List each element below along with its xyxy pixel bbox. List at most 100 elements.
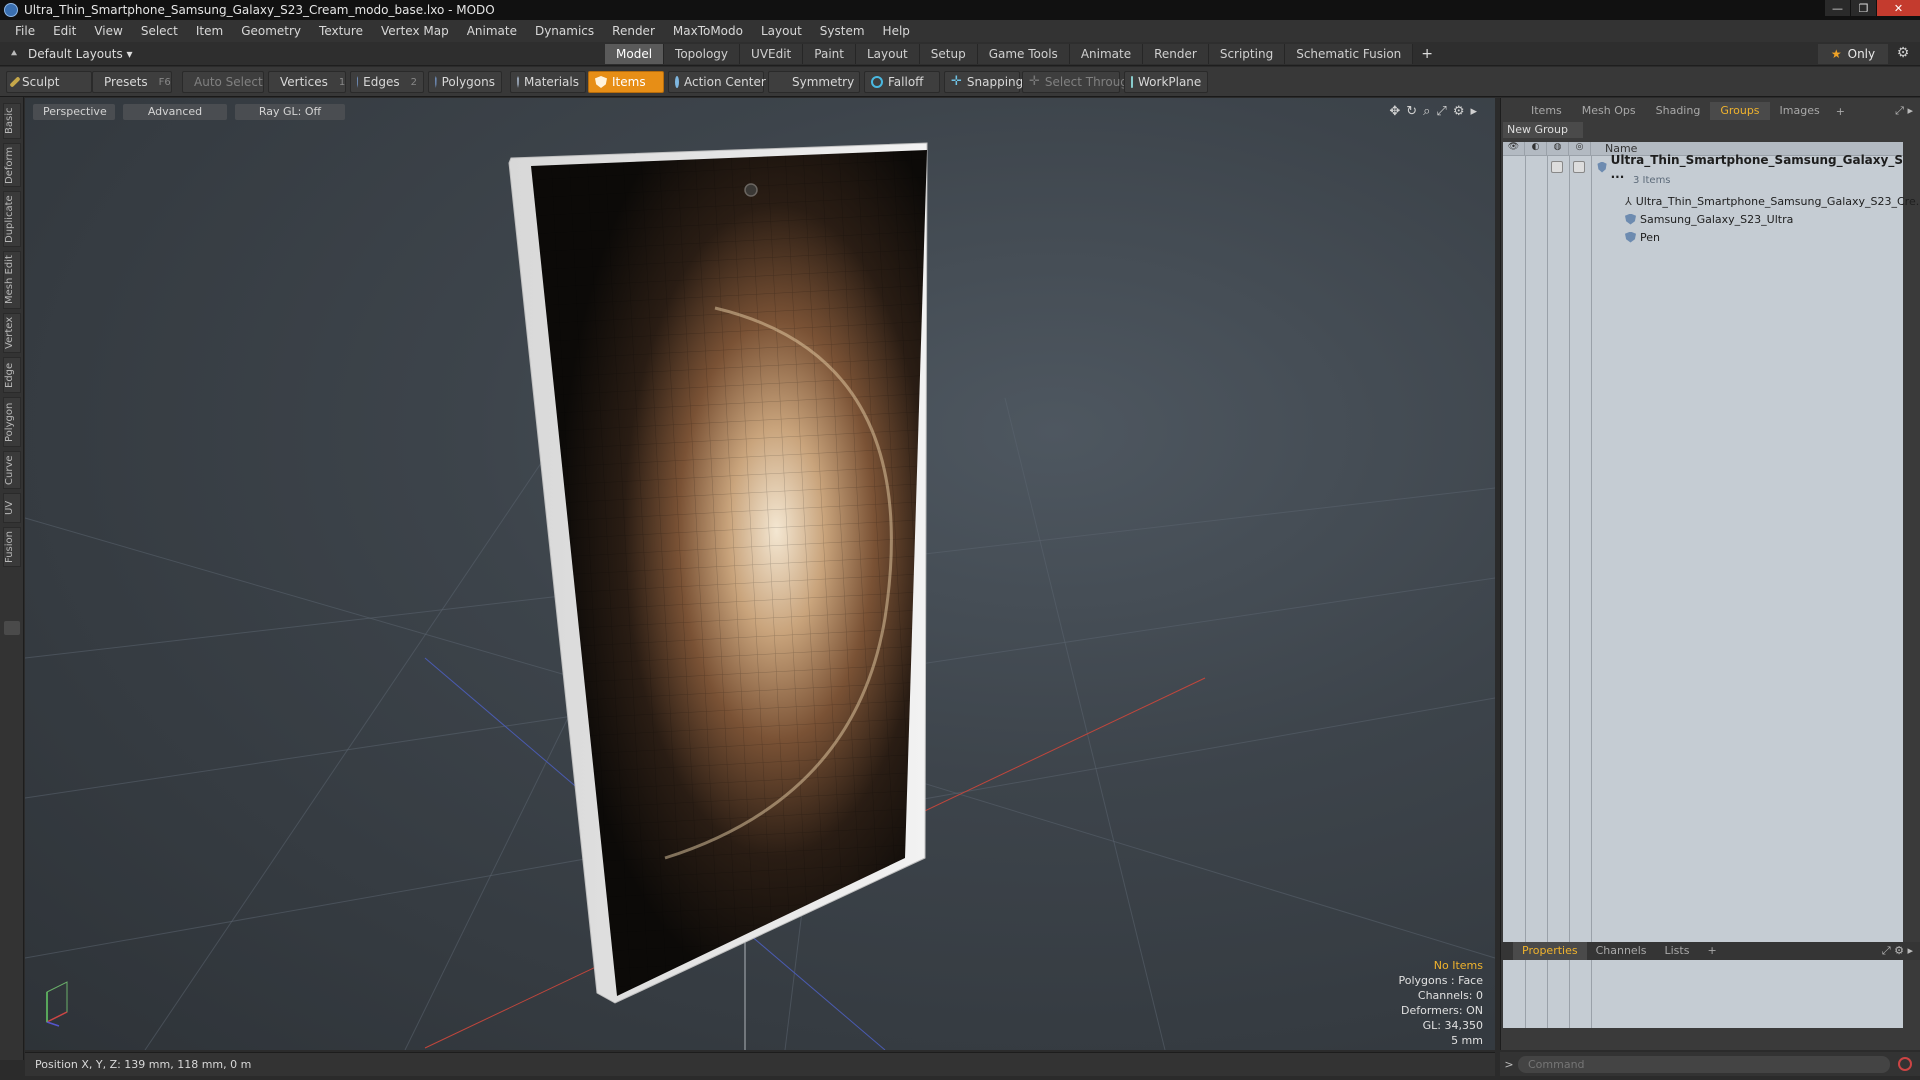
- menu-file[interactable]: File: [6, 24, 44, 38]
- list-item[interactable]: Samsung_Galaxy_S23_Ultra: [1503, 212, 1903, 226]
- menu-render[interactable]: Render: [603, 24, 664, 38]
- only-button[interactable]: ★ Only: [1818, 44, 1888, 64]
- tab-shading[interactable]: Shading: [1646, 102, 1711, 120]
- tab-deform[interactable]: Deform: [3, 143, 21, 187]
- symmetry-button[interactable]: Symmetry: [768, 71, 860, 93]
- shading-dropdown[interactable]: Advanced: [123, 104, 227, 120]
- tab-groups[interactable]: Groups: [1710, 102, 1770, 120]
- visibility-column-icon[interactable]: 👁: [1503, 141, 1525, 156]
- properties-settings-icon[interactable]: ⤢ ⚙ ▸: [1882, 944, 1913, 958]
- add-panel-tab-button[interactable]: +: [1830, 105, 1851, 118]
- workplane-label: WorkPlane: [1138, 75, 1202, 89]
- viewport-header: Perspective Advanced Ray GL: Off: [33, 104, 345, 120]
- pan-icon[interactable]: ✥: [1389, 104, 1400, 119]
- 3d-viewport[interactable]: Perspective Advanced Ray GL: Off ✥ ↻ ⌕ ⤢…: [25, 98, 1495, 1050]
- auto-select-button[interactable]: Auto Select: [182, 71, 264, 93]
- maximize-viewport-icon[interactable]: ⤢: [1436, 104, 1446, 119]
- tab-properties[interactable]: Properties: [1513, 942, 1587, 960]
- tab-vertex[interactable]: Vertex: [3, 313, 21, 353]
- vertices-button[interactable]: Vertices 1: [268, 71, 346, 93]
- tab-topology[interactable]: Topology: [664, 44, 741, 64]
- maximize-button[interactable]: ❐: [1850, 0, 1876, 16]
- list-item[interactable]: ⅄ Ultra_Thin_Smartphone_Samsung_Galaxy_S…: [1503, 194, 1920, 208]
- expand-panel-icon[interactable]: ⤢ ▸: [1895, 104, 1913, 118]
- toggle-square-icon[interactable]: [4, 621, 20, 635]
- tab-paint[interactable]: Paint: [803, 44, 856, 64]
- tab-duplicate[interactable]: Duplicate: [3, 191, 21, 247]
- raygl-toggle[interactable]: Ray GL: Off: [235, 104, 345, 120]
- view-mode-dropdown[interactable]: Perspective: [33, 104, 115, 120]
- viewport-settings-icon[interactable]: ⚙: [1453, 104, 1465, 119]
- tab-items[interactable]: Items: [1521, 102, 1572, 120]
- menu-edit[interactable]: Edit: [44, 24, 85, 38]
- tab-images[interactable]: Images: [1770, 102, 1830, 120]
- menu-maxtomodo[interactable]: MaxToModo: [664, 24, 752, 38]
- menu-vertex-map[interactable]: Vertex Map: [372, 24, 458, 38]
- tab-mesh-edit[interactable]: Mesh Edit: [3, 251, 21, 309]
- viewport-menu-arrow-icon[interactable]: ▸: [1470, 104, 1477, 119]
- record-macro-icon[interactable]: [1898, 1057, 1912, 1071]
- tab-schematic-fusion[interactable]: Schematic Fusion: [1285, 44, 1414, 64]
- tab-fusion[interactable]: Fusion: [3, 527, 21, 567]
- close-button[interactable]: ✕: [1876, 0, 1920, 16]
- add-properties-tab-button[interactable]: +: [1698, 942, 1725, 960]
- tab-edge[interactable]: Edge: [3, 357, 21, 393]
- materials-icon: [517, 76, 519, 88]
- menu-system[interactable]: System: [811, 24, 874, 38]
- menu-layout[interactable]: Layout: [752, 24, 811, 38]
- menu-view[interactable]: View: [85, 24, 131, 38]
- tab-basic[interactable]: Basic: [3, 103, 21, 139]
- menu-dynamics[interactable]: Dynamics: [526, 24, 603, 38]
- layout-dropdown[interactable]: Default Layouts ▾: [28, 47, 148, 61]
- select-column-icon[interactable]: ◎: [1569, 141, 1591, 156]
- tab-uvedit[interactable]: UVEdit: [740, 44, 804, 64]
- tab-setup[interactable]: Setup: [919, 44, 978, 64]
- group-select-checkbox[interactable]: [1573, 161, 1585, 173]
- tab-polygon[interactable]: Polygon: [3, 397, 21, 447]
- tab-animate[interactable]: Animate: [1069, 44, 1144, 64]
- menu-select[interactable]: Select: [132, 24, 187, 38]
- edges-button[interactable]: Edges 2: [350, 71, 424, 93]
- tab-channels[interactable]: Channels: [1587, 942, 1656, 960]
- workplane-button[interactable]: WorkPlane: [1124, 71, 1208, 93]
- items-button[interactable]: Items: [588, 71, 664, 93]
- new-group-button[interactable]: New Group: [1503, 122, 1583, 138]
- list-item[interactable]: Pen: [1503, 230, 1903, 244]
- group-row[interactable]: Ultra_Thin_Smartphone_Samsung_Galaxy_S .…: [1503, 153, 1903, 181]
- snapping-button[interactable]: ✛ Snapping: [944, 71, 1023, 93]
- tab-model[interactable]: Model: [605, 44, 665, 64]
- command-caret-icon: >: [1504, 1057, 1514, 1071]
- tab-uv[interactable]: UV: [3, 493, 21, 523]
- group-lock-checkbox[interactable]: [1551, 161, 1563, 173]
- render-column-icon[interactable]: ◐: [1525, 141, 1547, 156]
- rotate-icon[interactable]: ↻: [1406, 104, 1417, 119]
- materials-button[interactable]: Materials: [510, 71, 586, 93]
- action-center-button[interactable]: Action Center: [668, 71, 766, 93]
- tab-game-tools[interactable]: Game Tools: [977, 44, 1070, 64]
- deformers-info: Deformers: ON: [1401, 1004, 1483, 1017]
- menu-item[interactable]: Item: [187, 24, 232, 38]
- menu-animate[interactable]: Animate: [458, 24, 526, 38]
- menu-geometry[interactable]: Geometry: [232, 24, 310, 38]
- lock-column-icon[interactable]: ◍: [1547, 141, 1569, 156]
- collapse-arrow-icon[interactable]: ⯅: [0, 47, 28, 61]
- tab-layout[interactable]: Layout: [855, 44, 920, 64]
- tab-render[interactable]: Render: [1143, 44, 1209, 64]
- presets-button[interactable]: Presets F6: [92, 71, 172, 93]
- gear-icon[interactable]: ⚙: [1894, 45, 1912, 63]
- zoom-icon[interactable]: ⌕: [1423, 104, 1430, 119]
- minimize-button[interactable]: —: [1824, 0, 1850, 16]
- select-through-button[interactable]: ✛ Select Through: [1022, 71, 1136, 93]
- tab-scripting[interactable]: Scripting: [1208, 44, 1286, 64]
- tab-curve[interactable]: Curve: [3, 451, 21, 489]
- falloff-button[interactable]: Falloff: [864, 71, 940, 93]
- polygons-button[interactable]: Polygons: [428, 71, 502, 93]
- tab-mesh-ops[interactable]: Mesh Ops: [1572, 102, 1646, 120]
- sculpt-button[interactable]: Sculpt: [6, 71, 92, 93]
- tab-lists[interactable]: Lists: [1656, 942, 1699, 960]
- command-input[interactable]: [1518, 1055, 1890, 1073]
- menu-help[interactable]: Help: [874, 24, 919, 38]
- falloff-label: Falloff: [888, 75, 924, 89]
- menu-texture[interactable]: Texture: [310, 24, 372, 38]
- add-tab-button[interactable]: +: [1413, 44, 1441, 64]
